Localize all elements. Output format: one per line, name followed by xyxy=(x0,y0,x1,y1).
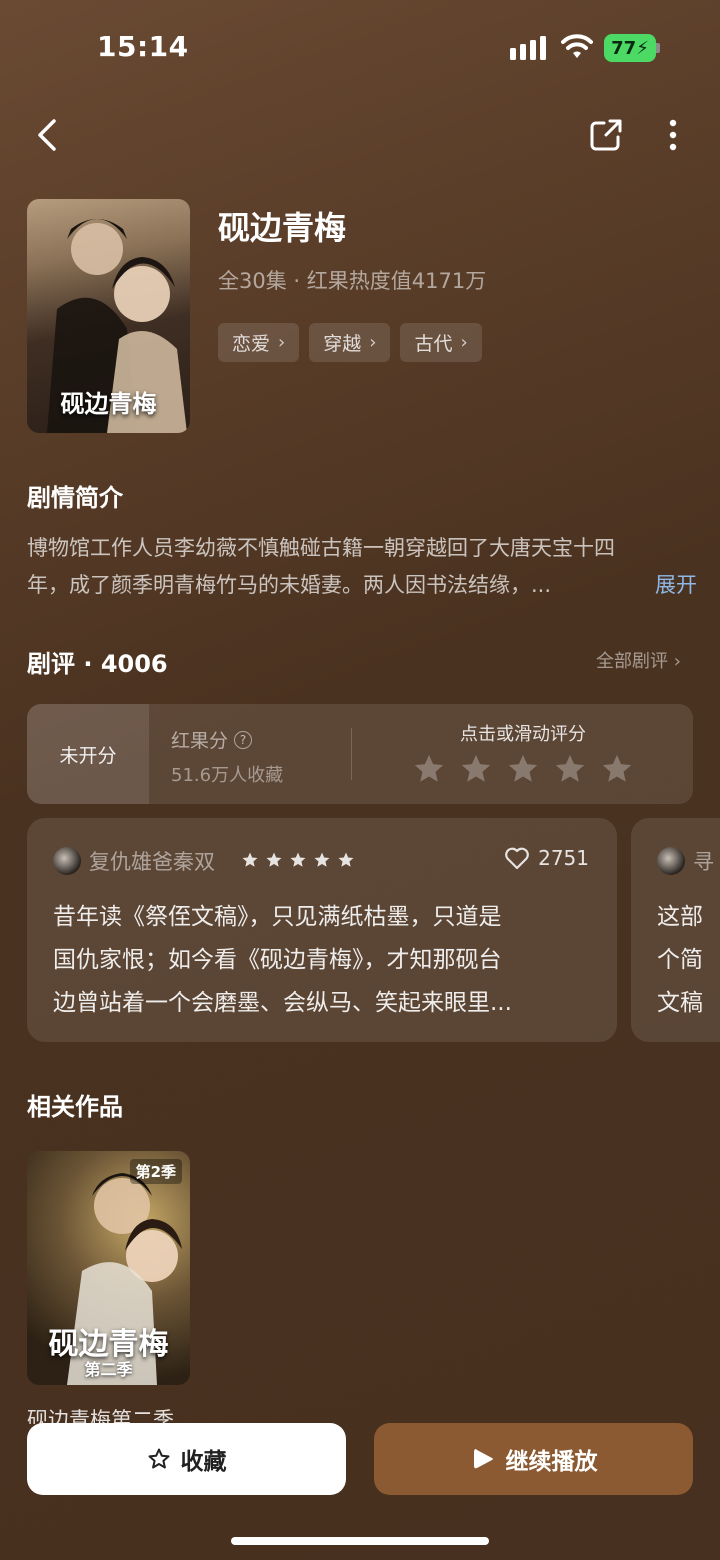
rate-prompt: 点击或滑动评分 xyxy=(460,724,586,745)
review-stars xyxy=(241,851,355,869)
star-icon[interactable] xyxy=(459,752,493,786)
review-card[interactable]: 寻 这部 个简 文稿 xyxy=(631,818,720,1042)
review-username[interactable]: 复仇雄爸秦双 xyxy=(89,846,215,876)
genre-tags: 恋爱 › 穿越 › 古代 › xyxy=(218,323,482,362)
chevron-right-icon: › xyxy=(460,332,468,353)
star-icon xyxy=(290,852,306,867)
tag-ancient[interactable]: 古代 › xyxy=(400,323,482,362)
all-reviews-link[interactable]: 全部剧评 › xyxy=(596,647,681,673)
drama-title: 砚边青梅 xyxy=(218,209,347,247)
help-icon[interactable]: ? xyxy=(234,730,253,749)
rating-stars[interactable] xyxy=(412,752,634,786)
related-title[interactable]: 砚边青梅第二季 xyxy=(27,1404,174,1424)
avatar[interactable] xyxy=(53,847,81,875)
back-arrow-icon[interactable] xyxy=(28,113,68,157)
synopsis-heading: 剧情简介 xyxy=(27,484,123,512)
more-options-icon[interactable] xyxy=(660,115,686,155)
favorites-count: 51.6万人收藏 xyxy=(171,765,284,786)
related-poster[interactable]: 第2季 砚边青梅 第二季 xyxy=(27,1151,190,1385)
rating-label: 红果分 ? xyxy=(171,726,253,753)
star-outline-icon xyxy=(148,1448,169,1469)
review-card[interactable]: 复仇雄爸秦双 2751 昔年读《祭侄文稿》，只见满纸枯墨，只道是 国仇家恨；如今… xyxy=(27,818,617,1042)
favorite-button[interactable]: 收藏 xyxy=(27,1423,346,1495)
like-count: 2751 xyxy=(538,846,589,870)
battery-tip xyxy=(656,43,660,53)
star-icon[interactable] xyxy=(600,752,634,786)
star-icon xyxy=(266,852,282,867)
star-icon[interactable] xyxy=(553,752,587,786)
rating-card: 未开分 红果分 ? 51.6万人收藏 点击或滑动评分 xyxy=(27,704,693,804)
cellular-signal-icon xyxy=(510,36,546,60)
chevron-right-icon: › xyxy=(278,332,286,353)
tag-romance[interactable]: 恋爱 › xyxy=(218,323,300,362)
battery-indicator: 77 ⚡ xyxy=(604,34,656,62)
like-button[interactable]: 2751 xyxy=(504,846,589,870)
star-icon[interactable] xyxy=(412,752,446,786)
related-heading: 相关作品 xyxy=(27,1093,123,1121)
review-text: 这部 个简 文稿 xyxy=(657,904,703,1016)
star-icon xyxy=(338,852,354,867)
play-icon xyxy=(473,1449,493,1469)
poster-title: 砚边青梅 xyxy=(60,389,157,418)
review-username[interactable]: 寻 xyxy=(693,846,714,876)
poster-subtitle: 第二季 xyxy=(84,1360,133,1379)
share-icon[interactable] xyxy=(588,117,624,153)
home-indicator[interactable] xyxy=(231,1537,489,1545)
heart-icon xyxy=(505,847,529,870)
tag-time-travel[interactable]: 穿越 › xyxy=(309,323,391,362)
reviews-heading: 剧评 · 4006 xyxy=(27,650,168,678)
star-icon xyxy=(314,852,330,867)
expand-link[interactable]: 展开 xyxy=(655,567,697,604)
review-text: 昔年读《祭侄文稿》，只见满纸枯墨，只道是 国仇家恨；如今看《砚边青梅》，才知那砚… xyxy=(53,904,512,1016)
season-badge: 第2季 xyxy=(129,1159,182,1184)
not-scored-badge: 未开分 xyxy=(27,704,149,804)
synopsis-text[interactable]: 博物馆工作人员李幼薇不慎触碰古籍一朝穿越回了大唐天宝十四 年，成了颜季明青梅竹马… xyxy=(27,530,697,604)
status-time: 15:14 xyxy=(97,30,189,63)
drama-poster[interactable]: 砚边青梅 xyxy=(27,199,190,433)
continue-play-button[interactable]: 继续播放 xyxy=(374,1423,693,1495)
drama-meta: 全30集 · 红果热度值4171万 xyxy=(218,269,487,293)
avatar[interactable] xyxy=(657,847,685,875)
wifi-icon xyxy=(561,34,593,58)
chevron-right-icon: › xyxy=(369,332,377,353)
divider xyxy=(351,728,352,780)
star-icon xyxy=(242,852,258,867)
star-icon[interactable] xyxy=(506,752,540,786)
